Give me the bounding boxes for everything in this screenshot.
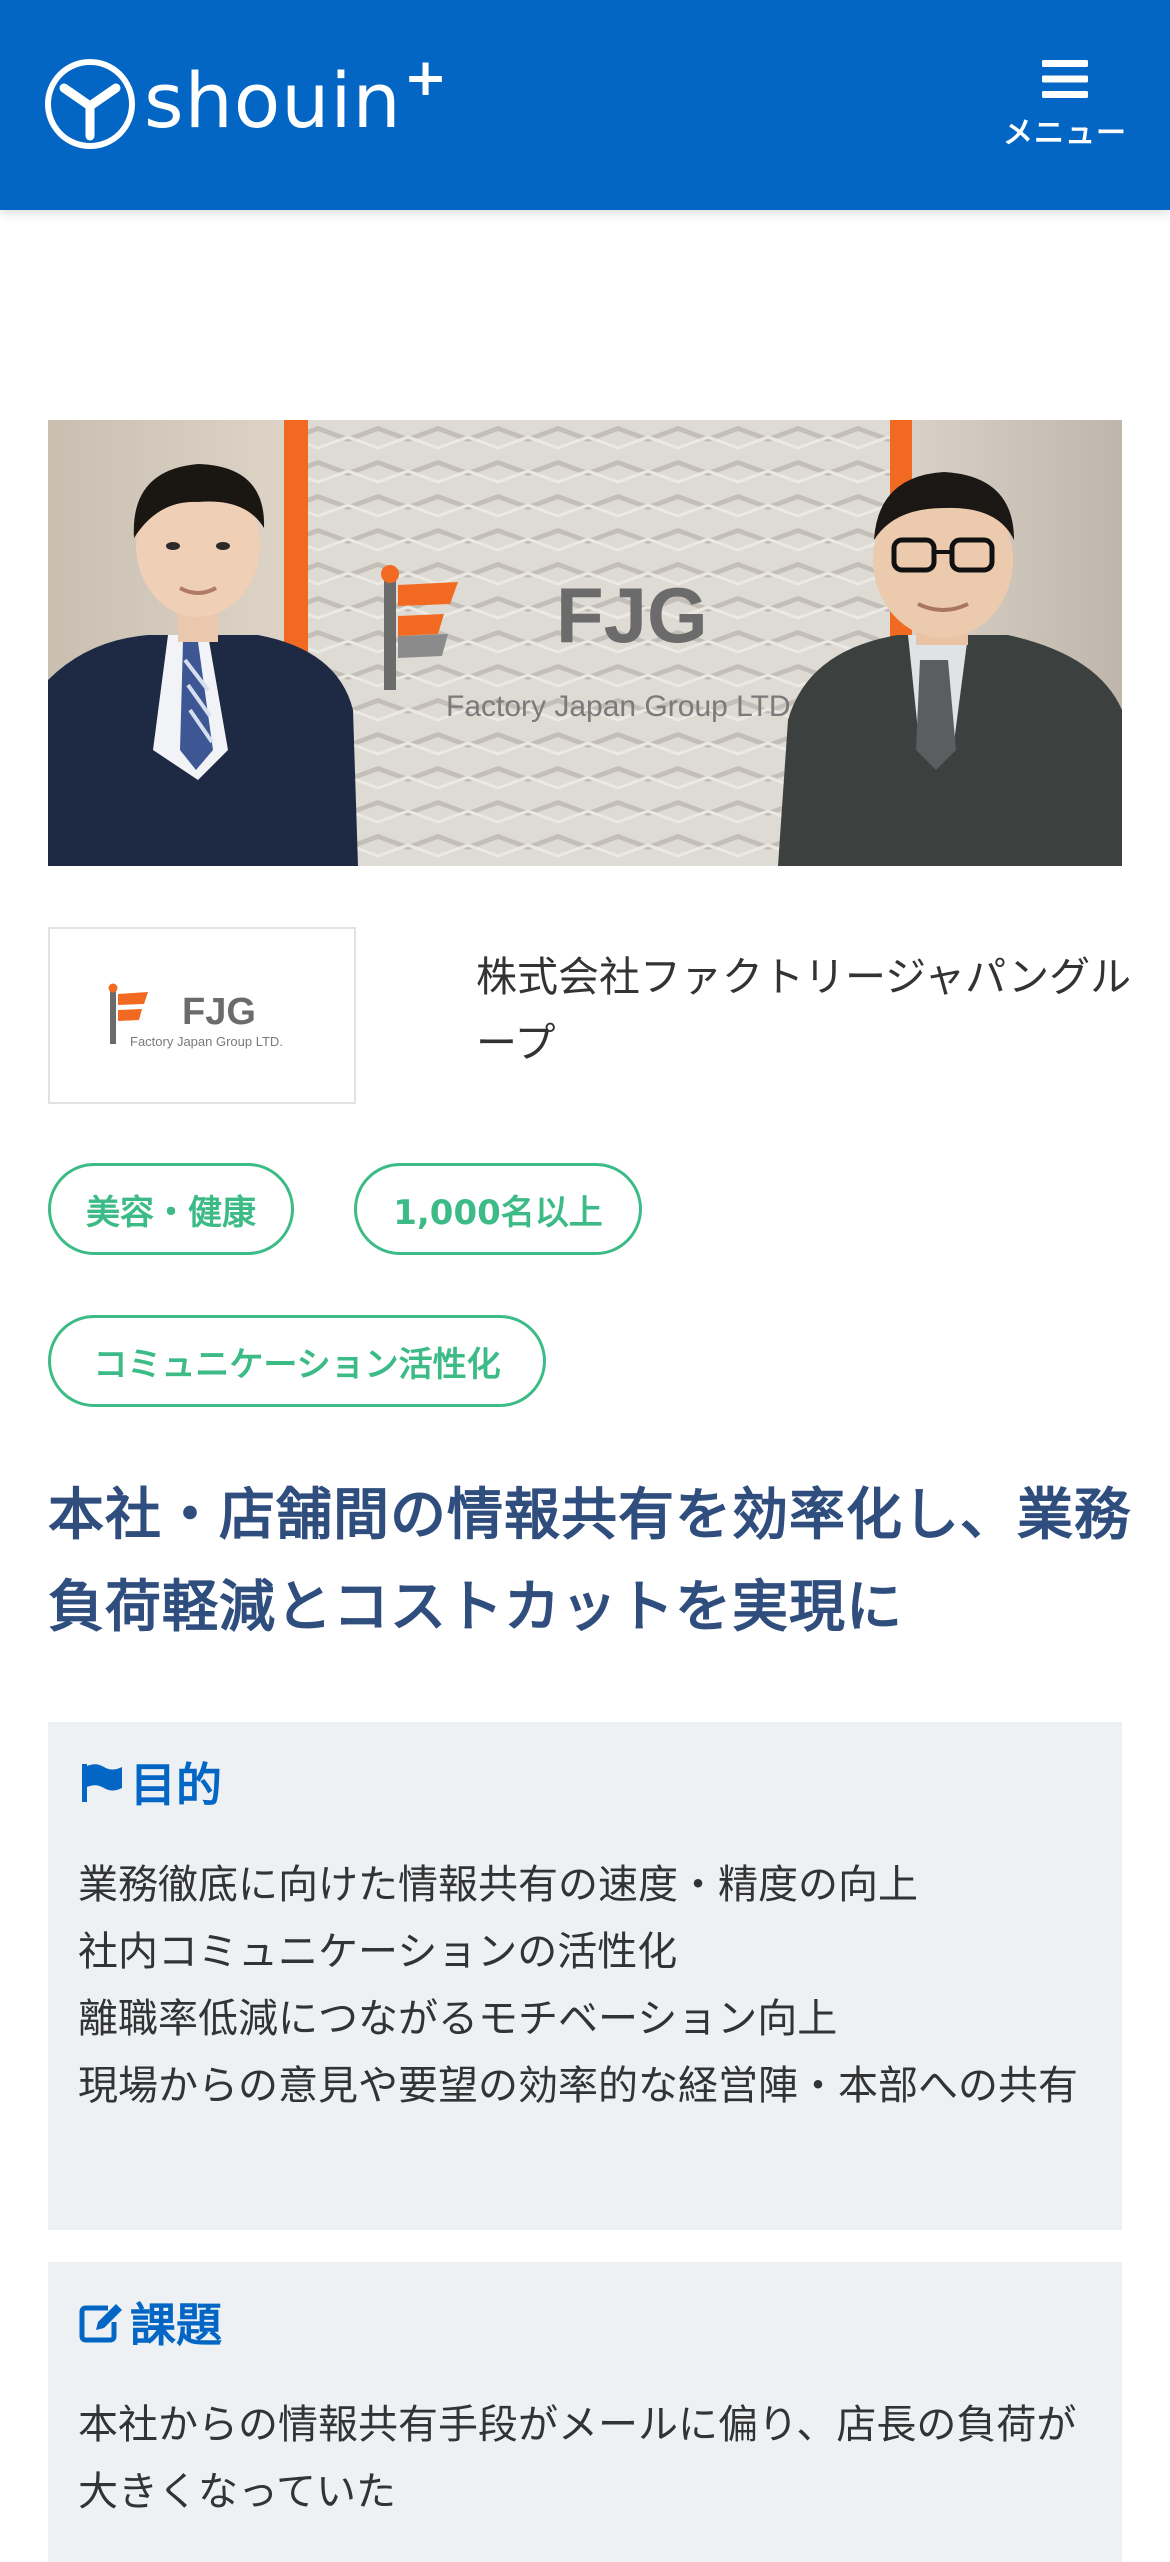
purpose-item: 業務徹底に向けた情報共有の速度・精度の向上 (78, 1862, 918, 1908)
tag-company-size[interactable]: 1,000名以上 (354, 1163, 642, 1255)
purpose-section: 目的 業務徹底に向けた情報共有の速度・精度の向上 社内コミュニケーションの活性化… (48, 1722, 1122, 2230)
tag-industry[interactable]: 美容・健康 (48, 1163, 294, 1255)
hamburger-icon (1042, 60, 1088, 98)
brand-plus: + (403, 48, 448, 108)
purpose-item: 社内コミュニケーションの活性化 (78, 1929, 678, 1975)
edit-icon (79, 2304, 122, 2343)
svg-text:FJG: FJG (556, 571, 708, 659)
company-logo: FJG Factory Japan Group LTD. (48, 927, 356, 1104)
svg-text:Factory Japan Group LTD.: Factory Japan Group LTD. (130, 1034, 283, 1049)
tag-purpose[interactable]: コミュニケーション活性化 (48, 1315, 546, 1407)
purpose-title: 目的 (130, 1758, 222, 1812)
issue-item: 本社からの情報共有手段がメールに偏り、店長の負荷が大きくなっていた (78, 2402, 1077, 2515)
issue-title-row: 課題 (78, 2292, 1092, 2352)
issue-list: 本社からの情報共有手段がメールに偏り、店長の負荷が大きくなっていた (78, 2392, 1092, 2526)
shouin-logo-icon (45, 59, 135, 149)
brand-name: shouin (144, 55, 402, 145)
site-header: shouin + メニュー (0, 0, 1170, 210)
fjg-logo-icon: FJG Factory Japan Group LTD. (108, 983, 283, 1049)
menu-label: メニュー (1003, 116, 1127, 151)
menu-button[interactable]: メニュー (990, 58, 1140, 158)
purpose-title-row: 目的 (78, 1752, 1092, 1812)
purpose-item: 現場からの意見や要望の効率的な経営陣・本部への共有 (78, 2063, 1078, 2109)
flag-icon (82, 1764, 122, 1802)
svg-text:FJG: FJG (182, 991, 256, 1033)
company-name: 株式会社ファクトリージャパングループ (476, 953, 1132, 1067)
purpose-item: 離職率低減につながるモチベーション向上 (78, 1996, 838, 2042)
issue-section: 課題 本社からの情報共有手段がメールに偏り、店長の負荷が大きくなっていた (48, 2262, 1122, 2562)
case-study-headline: 本社・店舗間の情報共有を効率化し、業務負荷軽減とコストカットを実現に (48, 1483, 1131, 1640)
issue-title: 課題 (130, 2298, 222, 2352)
site-logo[interactable]: shouin + (44, 48, 447, 150)
svg-text:Factory Japan Group LTD: Factory Japan Group LTD (446, 690, 791, 723)
hero-image: FJG Factory Japan Group LTD (48, 420, 1122, 866)
purpose-list: 業務徹底に向けた情報共有の速度・精度の向上 社内コミュニケーションの活性化 離職… (78, 1852, 1092, 2120)
